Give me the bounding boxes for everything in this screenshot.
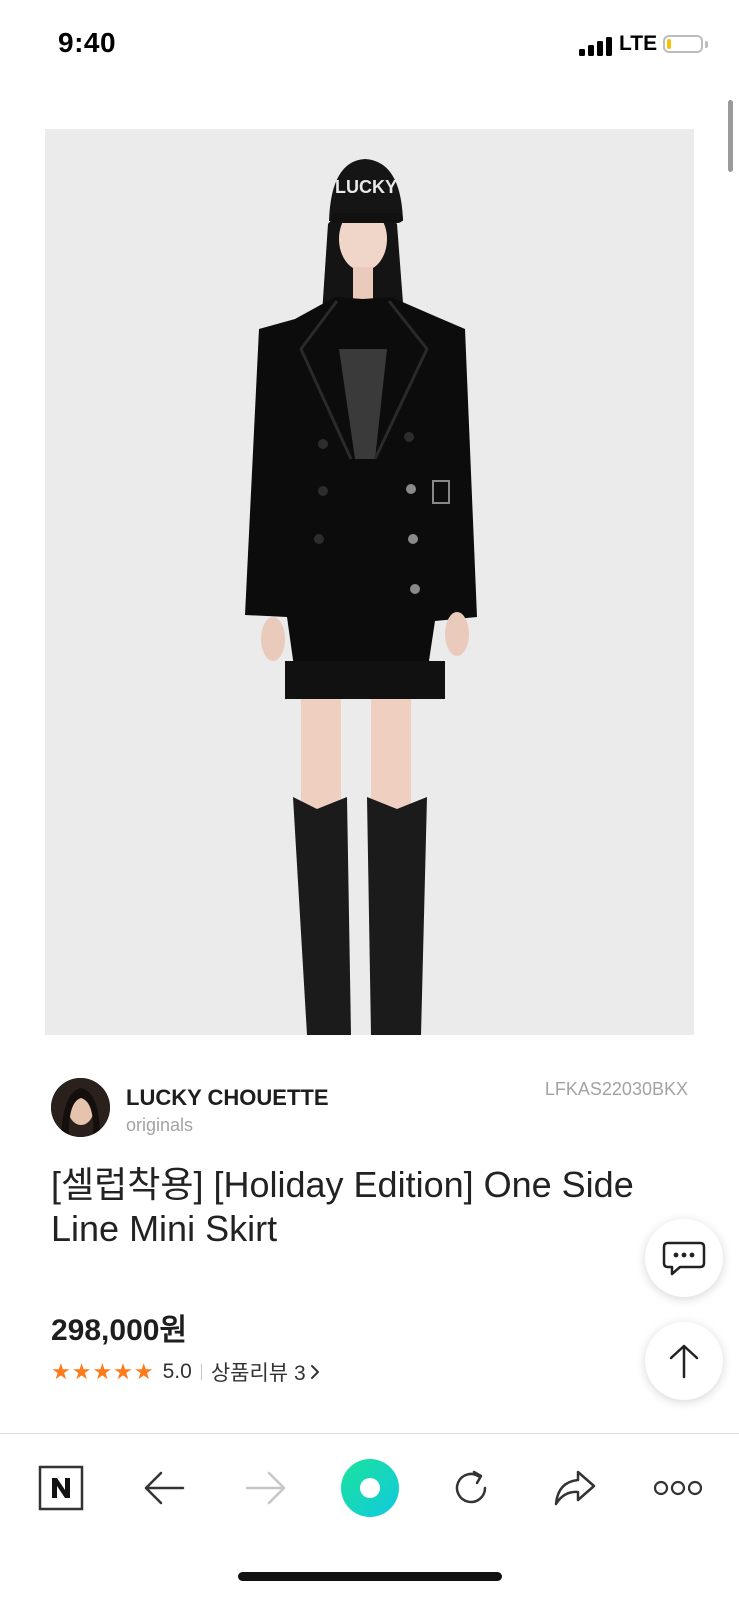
- naver-n-icon: [38, 1465, 84, 1511]
- product-title: [셀럽착용] [Holiday Edition] One Side Line M…: [51, 1164, 634, 1249]
- rating-value: 5.0: [162, 1360, 192, 1383]
- rating-stars: ★★★★★: [51, 1359, 155, 1384]
- brand-sub-label: originals: [126, 1115, 194, 1135]
- green-dot-home-icon: [341, 1459, 399, 1517]
- brand-avatar[interactable]: [51, 1078, 110, 1137]
- forward-arrow-icon: [245, 1471, 286, 1505]
- home-indicator[interactable]: [238, 1572, 502, 1581]
- status-time: 9:40: [58, 27, 117, 58]
- review-link[interactable]: 상품리뷰 3: [211, 1357, 320, 1387]
- product-price: 298,000원: [51, 1314, 188, 1347]
- naver-home-button[interactable]: [31, 1458, 91, 1518]
- cellular-signal-icon: [579, 36, 615, 56]
- refresh-button[interactable]: [441, 1458, 501, 1518]
- svg-text:LUCKY: LUCKY: [335, 177, 397, 197]
- brand-name[interactable]: LUCKY CHOUETTE: [126, 1085, 329, 1111]
- green-dot-button[interactable]: [340, 1458, 400, 1518]
- scroll-to-top-button[interactable]: [645, 1322, 723, 1400]
- network-type: LTE: [619, 32, 658, 55]
- more-button[interactable]: [648, 1458, 708, 1518]
- scrollbar[interactable]: [728, 100, 733, 172]
- rating-row: ★★★★★ 5.0 상품리뷰 3: [51, 1357, 320, 1387]
- chevron-right-icon: [310, 1365, 319, 1379]
- product-photo[interactable]: LUCKY: [45, 129, 694, 1035]
- back-arrow-icon: [144, 1471, 185, 1505]
- more-icon: [653, 1480, 703, 1496]
- battery-icon: [663, 35, 703, 53]
- arrow-up-icon: [669, 1344, 699, 1379]
- chat-button[interactable]: [645, 1219, 723, 1297]
- rating-divider: [200, 1364, 202, 1380]
- share-icon: [554, 1470, 596, 1506]
- back-button[interactable]: [134, 1458, 194, 1518]
- status-bar: 9:40 LTE: [0, 0, 739, 90]
- product-code: LFKAS22030BKX: [544, 1079, 688, 1099]
- refresh-icon: [455, 1470, 487, 1504]
- review-count-label: 상품리뷰 3: [210, 1362, 306, 1385]
- share-button[interactable]: [545, 1458, 605, 1518]
- chat-bubble-icon: [662, 1241, 706, 1276]
- forward-button[interactable]: [236, 1458, 296, 1518]
